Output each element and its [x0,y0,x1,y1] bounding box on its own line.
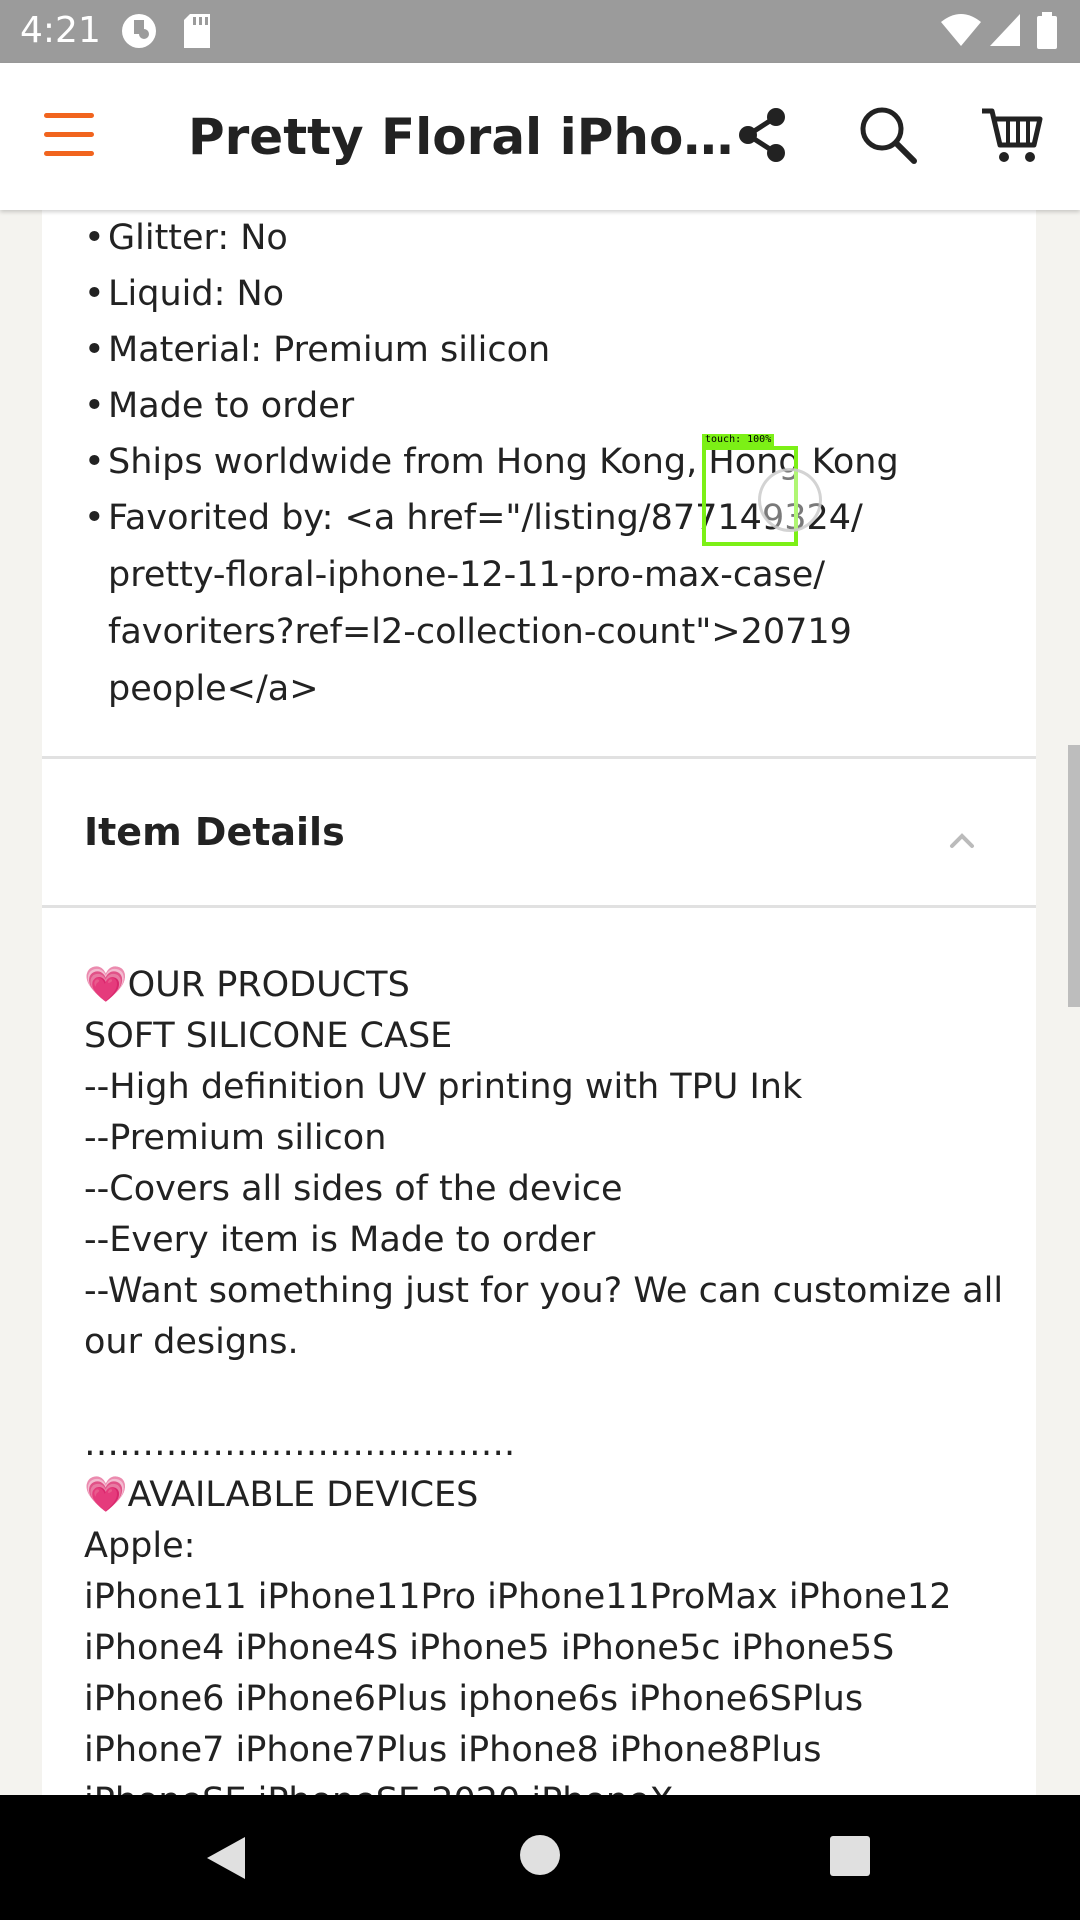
battery-icon [1037,12,1057,49]
detail-line: OUR PRODUCTS [127,965,410,1005]
detail-line: iPhone7 iPhone7Plus iPhone8 iPhone8Plus [84,1730,822,1770]
touch-indicator-circle [758,468,822,532]
status-time: 4:21 [20,10,101,51]
signal-icon [990,14,1020,46]
detail-line: Apple: [84,1526,196,1566]
sd-card-icon [184,14,210,48]
favorited-line: favoriters?ref=l2-collection-count">2071… [108,612,852,652]
favorited-line: Favorited by: <a href="/listing/87714932… [108,498,863,538]
detail-line: iPhoneSE iPhoneSE 2020 iPhoneX [84,1776,1014,1795]
detail-line: ………………………………. [84,1424,516,1464]
menu-button[interactable] [44,113,100,159]
page-title: Pretty Floral iPho… [188,108,734,166]
favorited-line: pretty-floral-iphone-12-11-pro-max-case/ [108,555,826,595]
detail-line: iPhone4 iPhone4S iPhone5 iPhone5c iPhone… [84,1628,895,1668]
detail-line: iPhone11 iPhone11Pro iPhone11ProMax iPho… [84,1577,952,1617]
detail-line: AVAILABLE DEVICES [127,1475,479,1515]
detail-line: --Every item is Made to order [84,1220,596,1260]
divider [42,905,1036,908]
chevron-up-icon[interactable] [942,820,982,860]
back-icon[interactable] [205,1835,247,1881]
heart-emoji-icon: 💗 [84,965,128,1005]
app-bar: Pretty Floral iPho… [0,63,1080,210]
list-item: Ships worldwide from Hong Kong, Hong Kon… [84,434,984,490]
list-item: Made to order [84,378,984,434]
list-item: Material: Premium silicon [84,322,984,378]
favorited-by-item: Favorited by: <a href="/listing/87714932… [84,490,984,718]
data-saver-icon [122,14,156,48]
search-icon[interactable] [856,103,920,167]
list-item: Glitter: No [84,210,984,266]
menu-icon-bar [44,151,94,156]
scrollbar[interactable] [1068,745,1080,1007]
touch-indicator-label: touch: 100% [702,434,775,446]
cart-icon[interactable] [980,103,1044,167]
detail-line: --Covers all sides of the device [84,1169,623,1209]
detail-line: SOFT SILICONE CASE [84,1016,453,1056]
detail-line: iPhone6 iPhone6Plus iphone6s iPhone6SPlu… [84,1679,864,1719]
divider [42,756,1036,759]
detail-line: --High definition UV printing with TPU I… [84,1067,803,1107]
item-details-header[interactable]: Item Details [84,810,345,854]
highlights-list: Glitter: No Liquid: No Material: Premium… [84,210,984,718]
home-icon[interactable] [520,1835,560,1875]
list-item: Liquid: No [84,266,984,322]
menu-icon [44,113,94,118]
item-details-body: 💗OUR PRODUCTS SOFT SILICONE CASE --High … [84,960,1014,1795]
heart-emoji-icon: 💗 [84,1475,128,1515]
menu-icon-bar [44,132,94,137]
detail-line: --Premium silicon [84,1118,387,1158]
recents-icon[interactable] [830,1836,870,1876]
share-icon[interactable] [730,103,794,167]
navigation-bar [0,1795,1080,1920]
listing-card: Glitter: No Liquid: No Material: Premium… [42,210,1036,1795]
wifi-icon [941,14,981,46]
status-bar: 4:21 [0,0,1080,63]
detail-line: --Want something just for you? We can cu… [84,1271,1004,1362]
favorited-line: people</a> [108,669,319,709]
